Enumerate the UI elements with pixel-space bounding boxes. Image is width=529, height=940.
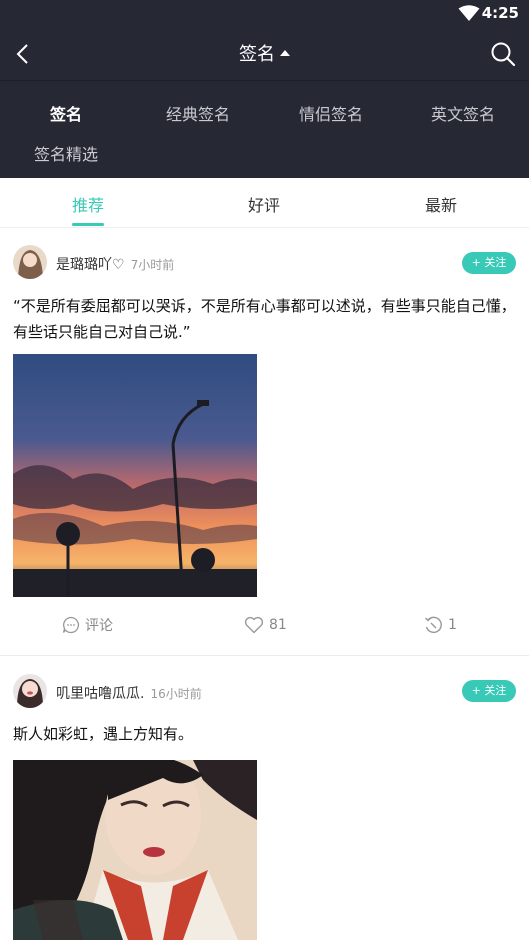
heart-icon	[244, 616, 264, 634]
page-title-dropdown[interactable]: 签名	[0, 40, 529, 66]
post-author[interactable]: 是璐璐吖♡ 7小时前	[56, 254, 174, 274]
share-icon	[425, 616, 442, 633]
tab-latest[interactable]: 最新	[425, 192, 457, 216]
tab-indicator	[72, 223, 104, 226]
comment-label: 评论	[85, 618, 113, 634]
post-text: 斯人如彩虹，遇上方知有。	[13, 725, 194, 743]
post-actions: 评论 81 1	[0, 610, 529, 640]
caret-up-icon	[280, 50, 290, 56]
status-time: 4:25	[481, 4, 519, 22]
post-card: 叽里咕噜瓜瓜. 16小时前 + 关注 斯人如彩虹，遇上方知有。	[0, 656, 529, 940]
post-image-illustration[interactable]	[13, 760, 257, 940]
post-card: 是璐璐吖♡ 7小时前 + 关注 “不是所有委屈都可以哭诉，不是所有心事都可以述说，…	[0, 229, 529, 655]
tab-top-rated[interactable]: 好评	[248, 192, 280, 216]
share-button[interactable]: 1	[424, 610, 457, 640]
post-time: 7小时前	[130, 258, 175, 272]
tab-bar: 推荐 好评 最新	[0, 178, 529, 228]
category-panel: 签名 经典签名 情侣签名 英文签名 签名精选	[0, 80, 529, 178]
avatar[interactable]	[13, 245, 47, 279]
like-button[interactable]: 81	[244, 610, 287, 640]
post-author[interactable]: 叽里咕噜瓜瓜. 16小时前	[56, 683, 202, 703]
post-time: 16小时前	[150, 687, 202, 701]
author-name: 叽里咕噜瓜瓜.	[56, 686, 145, 702]
category-featured[interactable]: 签名精选	[34, 141, 98, 165]
follow-button[interactable]: + 关注	[462, 252, 516, 274]
category-signature[interactable]: 签名	[50, 101, 82, 125]
author-name: 是璐璐吖♡	[56, 257, 125, 273]
page-title: 签名	[239, 44, 275, 65]
share-count: 1	[448, 617, 457, 633]
search-icon[interactable]	[489, 40, 517, 68]
status-bar: 4:25	[0, 0, 529, 28]
post-text: “不是所有委屈都可以哭诉，不是所有心事都可以述说，有些事只能自己懂，有些话只能自…	[13, 297, 516, 341]
avatar[interactable]	[13, 674, 47, 708]
wifi-icon	[458, 5, 480, 21]
comment-button[interactable]: 评论	[62, 610, 113, 640]
tab-recommended[interactable]: 推荐	[72, 192, 104, 216]
category-couple[interactable]: 情侣签名	[299, 101, 363, 125]
like-count: 81	[269, 617, 287, 633]
follow-button[interactable]: + 关注	[462, 680, 516, 702]
comment-icon	[62, 616, 80, 634]
category-english[interactable]: 英文签名	[431, 101, 495, 125]
post-image-sunset[interactable]	[13, 354, 257, 597]
category-classic[interactable]: 经典签名	[166, 101, 230, 125]
app-bar: 签名	[0, 28, 529, 80]
